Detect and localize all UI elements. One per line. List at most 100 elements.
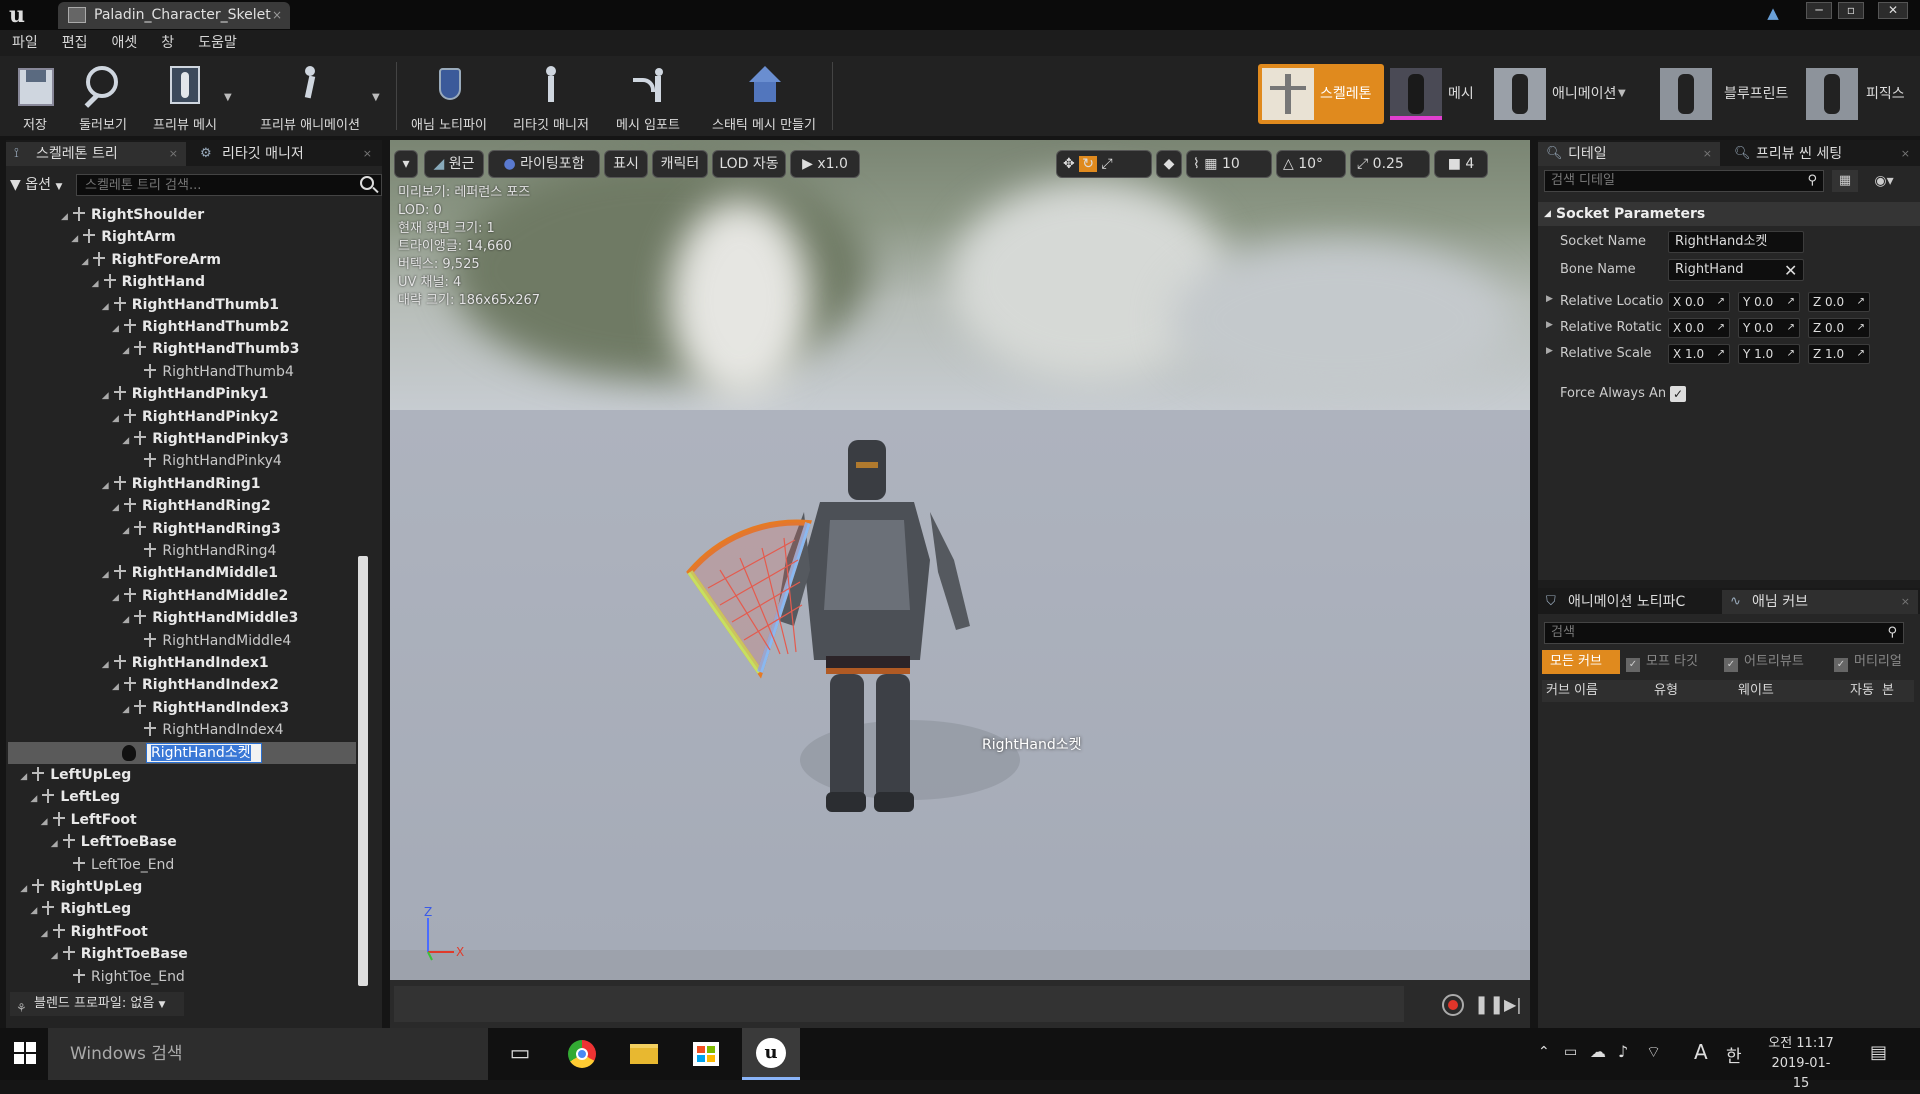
angle-icon[interactable]: △ <box>1283 156 1294 172</box>
expand-arrow-icon[interactable]: ◢ <box>30 788 40 810</box>
bone-row[interactable]: ◢ RightForeArm <box>81 249 221 271</box>
viewport-options-dropdown[interactable]: ▾ <box>394 150 418 178</box>
col-type[interactable]: 유형 <box>1654 680 1678 702</box>
graduation-cap-icon[interactable]: ▲ <box>1762 4 1784 24</box>
bone-row[interactable]: ◢ RightHandIndex1 <box>102 652 269 674</box>
details-search-input[interactable]: 검색 디테일 ⚲ <box>1544 170 1824 192</box>
filter-morph-targets[interactable]: ✓ 모프 타깃 <box>1626 650 1698 674</box>
search-icon[interactable]: ⚲ <box>1887 623 1897 643</box>
expand-arrow-icon[interactable]: ◢ <box>92 273 102 295</box>
bone-row[interactable]: ◢ RightHandThumb3 <box>122 338 299 360</box>
expand-arrow-icon[interactable]: ◢ <box>102 296 112 318</box>
bone-row[interactable]: RightHandRing4 <box>132 540 276 562</box>
cloud-icon[interactable]: ☁ <box>1590 1042 1606 1061</box>
tab-anim-curves[interactable]: ∿ 애님 커브 × <box>1722 590 1918 614</box>
bone-row[interactable]: ◢ RightHandMiddle3 <box>122 607 298 629</box>
vector-y-field[interactable]: Y 1.0 ↗ <box>1738 344 1800 364</box>
bone-row[interactable]: ◢ RightHandRing3 <box>122 518 281 540</box>
ime-a-indicator[interactable]: A <box>1694 1040 1708 1064</box>
lod-button[interactable]: LOD 자동 <box>712 150 786 178</box>
bone-row[interactable]: ◢ LeftFoot <box>41 809 137 831</box>
bone-row[interactable]: ◢ RightHandRing2 <box>112 495 271 517</box>
options-dropdown[interactable]: ▼ 옵션 ▼ <box>10 174 74 196</box>
make-static-mesh-button[interactable]: 스태틱 메시 만들기 <box>700 60 828 134</box>
vector-z-field[interactable]: Z 0.0 ↗ <box>1808 292 1870 312</box>
expand-arrow-icon[interactable]: ◢ <box>112 408 122 430</box>
bone-row[interactable]: ◢ LeftUpLeg <box>20 764 131 786</box>
preview-animation-dropdown-icon[interactable]: ▼ <box>372 92 380 103</box>
anim-notify-button[interactable]: 애님 노티파이 <box>402 60 496 134</box>
expand-arrow-icon[interactable]: ▶ <box>1546 346 1553 356</box>
show-button[interactable]: 표시 <box>604 150 648 178</box>
retarget-manager-button[interactable]: 리타깃 매니저 <box>504 60 598 134</box>
viewport[interactable]: ▾ ◢ 원근 ● 라이팅포함 표시 캐릭터 LOD 자동 ▶ x1.0 ✥ ↻ … <box>390 140 1530 1028</box>
bone-row[interactable]: ◢ RightArm <box>71 226 176 248</box>
bone-row[interactable]: ◢ LeftLeg <box>30 786 120 808</box>
mode-tab-mesh[interactable]: 메시 <box>1390 64 1496 124</box>
surface-snap-icon[interactable]: ⌇ <box>1193 156 1200 172</box>
task-view-icon[interactable]: ▭ <box>498 1034 542 1074</box>
expand-arrow-icon[interactable]: ◢ <box>102 564 112 586</box>
blend-profile-dropdown[interactable]: ⚘ 블렌드 프로파일: 없음 ▼ <box>10 992 184 1016</box>
expand-arrow-icon[interactable]: ◢ <box>112 587 122 609</box>
grid-snap-value[interactable]: 10 <box>1222 156 1240 172</box>
bone-row[interactable]: ◢ RightHandRing1 <box>102 473 261 495</box>
bone-row[interactable]: ◢ RightHandIndex3 <box>122 697 289 719</box>
expand-arrow-icon[interactable]: ◢ <box>41 923 51 945</box>
grid-snap-group[interactable]: ⌇ ▦ 10 <box>1186 150 1272 178</box>
expand-arrow-icon[interactable]: ◢ <box>51 833 61 855</box>
mode-tab-physics[interactable]: 피직스 <box>1806 64 1918 124</box>
clear-bone-icon[interactable]: ✕ <box>1784 261 1797 280</box>
browse-button[interactable]: 둘러보기 <box>72 60 134 134</box>
translate-icon[interactable]: ✥ <box>1063 156 1075 172</box>
drag-spinner-icon[interactable]: ↗ <box>1787 293 1795 311</box>
store-icon[interactable] <box>684 1034 728 1074</box>
tab-retarget-manager[interactable]: ⚙ 리타깃 매니저 × <box>192 142 380 166</box>
force-always-checkbox[interactable]: ✓ <box>1670 386 1686 402</box>
expand-arrow-icon[interactable]: ◢ <box>102 385 112 407</box>
search-icon[interactable] <box>360 176 374 190</box>
vector-x-field[interactable]: X 0.0 ↗ <box>1668 292 1730 312</box>
vector-z-field[interactable]: Z 1.0 ↗ <box>1808 344 1870 364</box>
tree-scrollbar[interactable] <box>358 556 368 986</box>
bone-row[interactable]: RightHandMiddle4 <box>132 630 291 652</box>
speaker-icon[interactable]: ♪ <box>1618 1042 1628 1061</box>
col-curve-name[interactable]: 커브 이름 <box>1546 680 1598 702</box>
expand-arrow-icon[interactable]: ◢ <box>30 900 40 922</box>
search-icon[interactable]: ⚲ <box>1807 171 1817 191</box>
bone-row[interactable]: ◢ RightHand <box>92 271 205 293</box>
bone-row[interactable]: RightHandThumb4 <box>132 361 294 383</box>
windows-search-box[interactable]: Windows 검색 <box>48 1028 488 1080</box>
expand-arrow-icon[interactable]: ◢ <box>20 766 30 788</box>
drag-spinner-icon[interactable]: ↗ <box>1787 345 1795 363</box>
tab-skeleton-tree[interactable]: ⟟ 스켈레톤 트리 × <box>6 142 186 166</box>
notifications-icon[interactable]: ▤ <box>1870 1042 1887 1063</box>
expand-arrow-icon[interactable]: ◢ <box>112 676 122 698</box>
expand-arrow-icon[interactable]: ◢ <box>20 878 30 900</box>
unreal-taskbar-button[interactable]: u <box>742 1028 800 1080</box>
expand-arrow-icon[interactable]: ◢ <box>122 520 132 542</box>
expand-arrow-icon[interactable]: ◢ <box>102 654 112 676</box>
minimize-button[interactable]: ─ <box>1806 2 1832 19</box>
bone-row[interactable]: ◢ RightHandMiddle1 <box>102 562 278 584</box>
animation-dropdown-icon[interactable]: ▼ <box>1618 64 1626 124</box>
drag-spinner-icon[interactable]: ↗ <box>1717 293 1725 311</box>
col-bone[interactable]: 본 <box>1882 680 1894 702</box>
rotation-snap-value[interactable]: 10° <box>1298 156 1323 172</box>
bone-row[interactable]: LeftToe_End <box>61 854 174 876</box>
mode-tab-animation[interactable]: 애니메이션 ▼ <box>1494 64 1630 124</box>
bone-row[interactable]: ◢ RightLeg <box>30 898 131 920</box>
expand-arrow-icon[interactable]: ◢ <box>71 228 81 250</box>
tab-close-icon[interactable]: × <box>363 142 372 166</box>
file-explorer-icon[interactable] <box>622 1034 666 1074</box>
socket-rename-input[interactable]: RightHand소켓 <box>146 743 262 763</box>
maximize-button[interactable]: ▫ <box>1838 2 1864 19</box>
bone-row[interactable]: ◢ RightUpLeg <box>20 876 142 898</box>
bone-row[interactable]: RightToe_End <box>61 966 185 988</box>
tab-preview-scene[interactable]: 🔍︎ 프리뷰 씬 세팅 × <box>1726 142 1918 166</box>
clock[interactable]: 오전 11:17 2019-01-15 <box>1766 1034 1836 1094</box>
drag-spinner-icon[interactable]: ↗ <box>1857 293 1865 311</box>
scale-snap-icon[interactable]: ⤢ <box>1357 156 1368 172</box>
windows-start-icon[interactable] <box>14 1042 36 1064</box>
tab-close-icon[interactable]: × <box>1901 142 1910 166</box>
